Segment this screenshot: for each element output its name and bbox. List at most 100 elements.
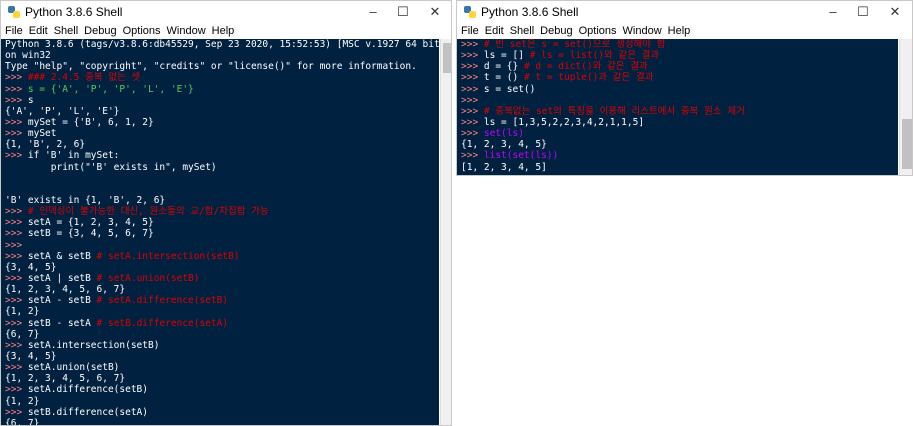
prompt: >>> [5,150,28,162]
prompt: >>> [461,83,484,95]
console-text: # 빈 set은 s = set()으로 생성해야 함 [483,39,666,50]
console-line: >>> setA - setB # setA.difference(setB) [1,295,439,306]
console-line: >>> setB = {3, 4, 5, 6, 7} [1,228,439,239]
console-text: setA = {1, 2, 3, 4, 5} [27,217,154,229]
menu-shell[interactable]: Shell [54,23,78,39]
menu-edit[interactable]: Edit [485,23,504,39]
console-text: setA.union(setB) [27,362,120,374]
prompt: >>> [5,406,28,418]
console-line: >>> t = () # t = tuple()과 같은 결과 [457,72,898,83]
console-line: >>> # 중복없는 set의 특징을 이용해 리스트에서 중복 원소 제거 [457,106,898,117]
console-text: {1, 2} [5,395,40,407]
console-line: >>> setA.intersection(setB) [1,340,439,351]
menu-shell[interactable]: Shell [510,23,534,39]
scrollbar-thumb[interactable] [443,43,451,73]
menu-file[interactable]: File [5,23,23,39]
console-line: >>> mySet = {'B', 6, 1, 2} [1,117,439,128]
menu-debug[interactable]: Debug [84,23,116,39]
console-text: print("'B' exists in", mySet) [5,161,217,173]
console-text: {6, 7} [5,328,40,340]
inline-comment: # t = tuple()과 같은 결과 [523,72,654,84]
title-bar[interactable]: Python 3.8.6 Shell – ☐ ✕ [1,1,451,23]
menu-window[interactable]: Window [167,23,206,39]
console-line: {1, 'B', 2, 6} [1,139,439,150]
console-line: {1, 2, 3, 4, 5, 6, 7} [1,373,439,384]
console-line: >>> setA.union(setB) [1,362,439,373]
shell-console[interactable]: >>> # 빈 set은 s = set()으로 생성해야 함 >>> ls = … [457,39,898,175]
console-line: >>> # 인덱싱이 불가능한 대신, 원소들의 교/합/차집합 가능 [1,206,439,217]
console-text: ### 2.4.5 중복 없는 셋 [27,72,141,84]
console-text: {1, 'B', 2, 6} [5,139,86,151]
menu-file[interactable]: File [461,23,479,39]
python-icon [8,6,20,18]
console-text: {1, 2} [5,306,40,318]
prompt: >>> [461,50,484,62]
maximize-button[interactable]: ☐ [849,2,877,22]
menu-debug[interactable]: Debug [540,23,572,39]
prompt: >>> [5,317,28,329]
console-line: {1, 2} [1,396,439,407]
console-text: ls = [] [483,50,530,62]
maximize-button[interactable]: ☐ [389,2,417,22]
prompt: >>> [461,61,484,73]
prompt: >>> [5,339,28,351]
prompt: >>> [5,206,28,218]
console-line: >>> set(ls) [457,128,898,139]
prompt: >>> [461,116,484,128]
console-text: ls = [1,3,5,2,2,3,4,2,1,1,5] [483,116,645,128]
console-line: print("'B' exists in", mySet) [1,162,439,173]
inline-comment: # setA.difference(setB) [96,295,229,307]
inline-comment: # setB.difference(setA) [96,317,229,329]
console-line: {1, 2, 3, 4, 5, 6, 7} [1,284,439,295]
minimize-button[interactable]: – [819,2,847,22]
console-text: [1, 2, 3, 4, 5] [461,161,547,173]
vertical-scrollbar[interactable] [899,39,912,175]
banner-line: on win32 [5,50,51,62]
menu-options[interactable]: Options [579,23,617,39]
window-title: Python 3.8.6 Shell [25,5,123,19]
prompt: >>> [5,128,28,140]
menu-options[interactable]: Options [123,23,161,39]
console-line: 'B' exists in {1, 'B', 2, 6} [1,195,439,206]
title-bar[interactable]: Python 3.8.6 Shell – ☐ ✕ [457,1,912,23]
menu-edit[interactable]: Edit [29,23,48,39]
prompt: >>> [5,295,28,307]
console-text: mySet = {'B', 6, 1, 2} [27,116,154,128]
prompt: >>> [5,384,28,396]
python-icon [464,6,476,18]
console-text: s [27,94,34,106]
console-text: if 'B' in mySet: [27,150,120,162]
console-text: setA & setB [27,250,97,262]
vertical-scrollbar[interactable] [440,39,451,425]
console-text: {6, 7} [5,417,40,426]
minimize-button[interactable]: – [359,2,387,22]
inline-comment: # setA.union(setB) [96,272,200,284]
console-text: 'B' exists in {1, 'B', 2, 6} [5,194,166,206]
console-text: setB - setA [27,317,97,329]
prompt: >>> [5,116,28,128]
window-title: Python 3.8.6 Shell [481,5,579,19]
menu-window[interactable]: Window [623,23,662,39]
console-line: >>> d = {} # d = dict()와 같은 결과 [457,61,898,72]
console-line: {1, 2, 3, 4, 5} [457,139,898,150]
banner-line: Python 3.8.6 (tags/v3.8.6:db45529, Sep 2… [5,39,439,50]
console-line: >>> setA.difference(setB) [1,384,439,395]
close-button[interactable]: ✕ [881,2,909,22]
console-line: >>> setA = {1, 2, 3, 4, 5} [1,217,439,228]
shell-console[interactable]: Python 3.8.6 (tags/v3.8.6:db45529, Sep 2… [1,39,439,426]
console-line: {3, 4, 5} [1,351,439,362]
scrollbar-thumb[interactable] [902,119,912,169]
console-line: >>> setB - setA # setB.difference(setA) [1,318,439,329]
console-text: set(ls) [483,128,524,140]
menu-help[interactable]: Help [212,23,235,39]
left-shell-window: Python 3.8.6 Shell – ☐ ✕ File Edit Shell De… [0,0,452,426]
prompt: >>> [5,83,28,95]
console-text: {3, 4, 5} [5,261,57,273]
close-button[interactable]: ✕ [421,2,449,22]
console-line: >>> setA | setB # setA.union(setB) [1,273,439,284]
menu-help[interactable]: Help [668,23,691,39]
console-line: [1, 2, 3, 4, 5] [457,162,898,173]
prompt: >>> [461,105,484,117]
console-text: setA - setB [27,295,97,307]
console-line: >>> mySet [1,128,439,139]
